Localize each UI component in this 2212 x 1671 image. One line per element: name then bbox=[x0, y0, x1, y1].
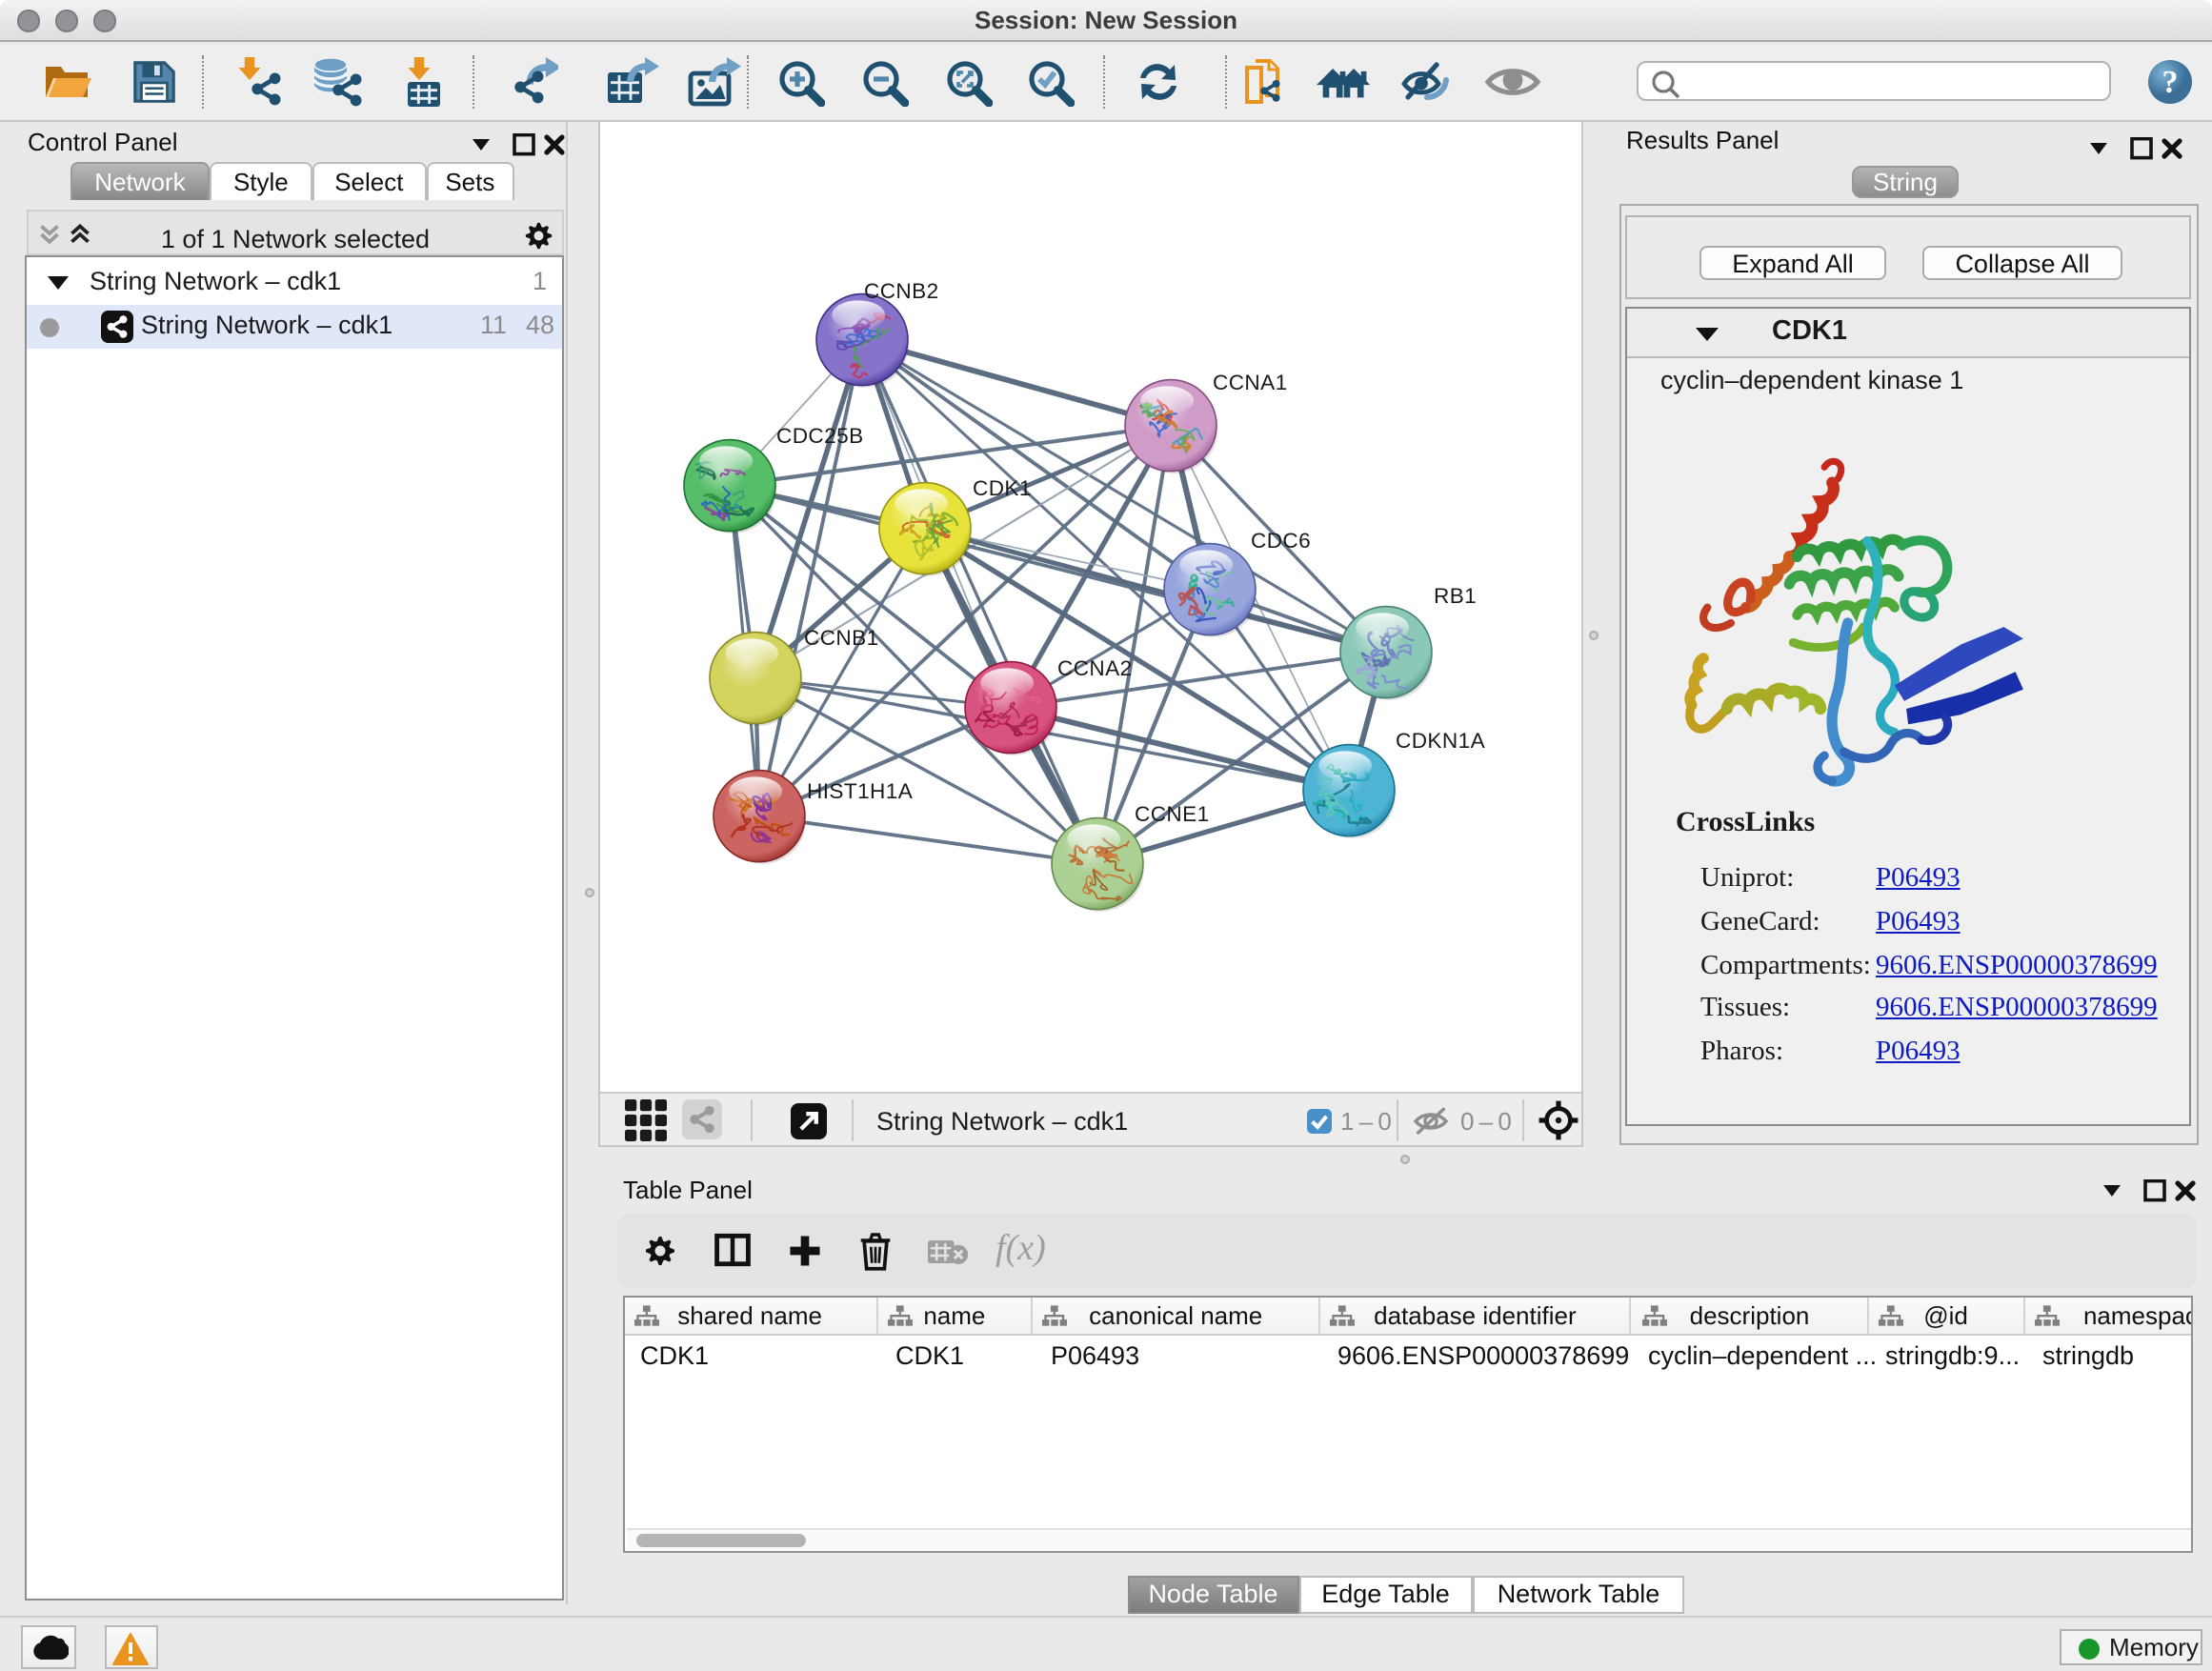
svg-text:CCNB1: CCNB1 bbox=[803, 625, 878, 649]
svg-text:CCNA2: CCNA2 bbox=[1056, 655, 1132, 679]
svg-text:CDKN1A: CDKN1A bbox=[1395, 728, 1485, 752]
svg-text:CDC6: CDC6 bbox=[1250, 528, 1310, 552]
svg-text:CCNB2: CCNB2 bbox=[863, 278, 938, 302]
svg-text:CDC25B: CDC25B bbox=[775, 423, 863, 447]
svg-text:RB1: RB1 bbox=[1433, 583, 1476, 607]
svg-text:?: ? bbox=[2162, 65, 2179, 100]
svg-text:CCNA1: CCNA1 bbox=[1212, 370, 1287, 393]
svg-text:CCNE1: CCNE1 bbox=[1134, 801, 1209, 825]
svg-text:CDK1: CDK1 bbox=[972, 475, 1031, 499]
svg-text:HIST1H1A: HIST1H1A bbox=[806, 778, 913, 802]
